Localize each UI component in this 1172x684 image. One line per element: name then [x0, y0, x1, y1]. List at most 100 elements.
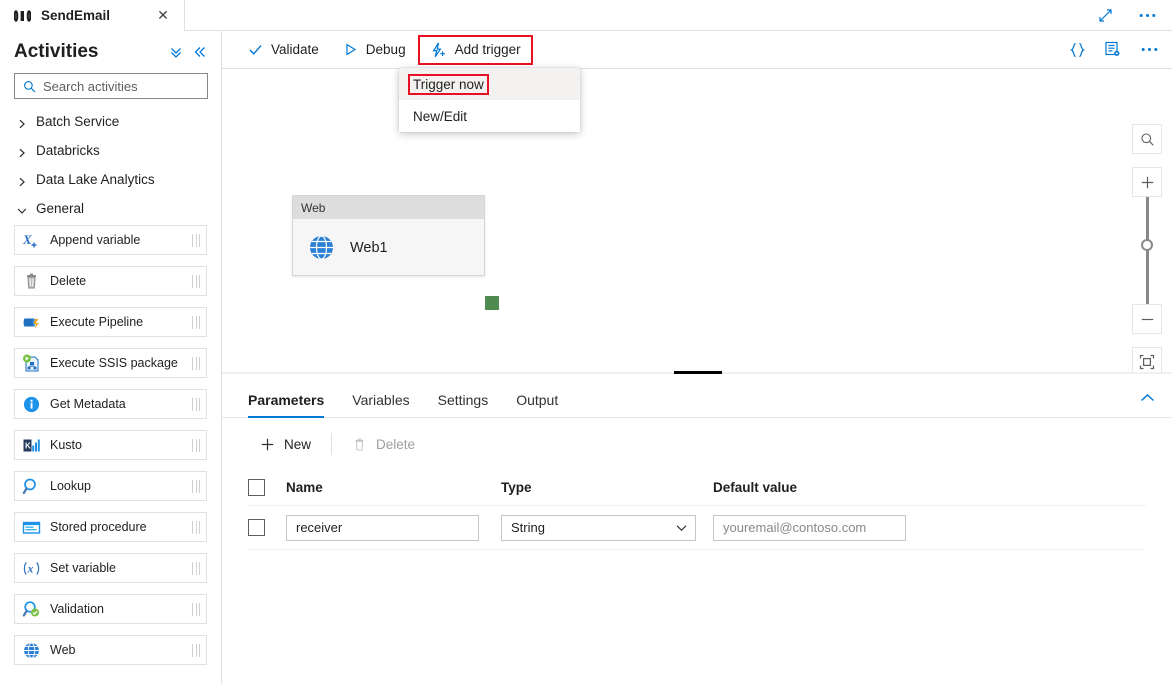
activity-label: Stored procedure [50, 520, 147, 534]
trash-icon [352, 437, 367, 452]
menu-item-label: Trigger now [408, 73, 489, 95]
drag-handle[interactable] [192, 438, 200, 452]
zoom-slider-thumb[interactable] [1141, 239, 1153, 251]
activity-item-get-metadata[interactable]: Get Metadata [14, 389, 207, 419]
drag-handle[interactable] [192, 315, 200, 329]
zoom-search-icon[interactable] [1132, 124, 1162, 154]
chevron-down-icon [17, 204, 27, 214]
menu-item-new-edit[interactable]: New/Edit [399, 100, 580, 132]
search-input[interactable] [43, 78, 199, 94]
close-icon[interactable]: ✕ [154, 7, 172, 25]
parameter-name-input[interactable]: receiver [286, 514, 479, 541]
tab-label: Variables [352, 392, 410, 408]
activity-item-execute-ssis-package[interactable]: Execute SSIS package [14, 348, 207, 378]
menu-item-trigger-now[interactable]: Trigger now [399, 68, 580, 100]
sidebar-category-databricks[interactable]: Databricks [0, 136, 221, 165]
table-row: receiver String youremail@contoso.com [248, 506, 1146, 550]
append-variable-icon: X [22, 231, 41, 250]
activity-item-lookup[interactable]: Lookup [14, 471, 207, 501]
properties-list-icon[interactable] [1102, 39, 1124, 61]
drag-handle[interactable] [192, 561, 200, 575]
parameter-default-value-input[interactable]: youremail@contoso.com [713, 514, 906, 541]
tab-parameters[interactable]: Parameters [248, 392, 325, 418]
drag-handle[interactable] [192, 602, 200, 616]
document-tab-sendemail[interactable]: SendEmail ✕ [0, 0, 185, 31]
add-trigger-dropdown-menu: Trigger now New/Edit [399, 68, 580, 132]
document-tab-strip: SendEmail ✕ [0, 0, 1172, 31]
validate-button[interactable]: Validate [236, 35, 331, 65]
row-checkbox[interactable] [248, 519, 265, 536]
parameter-type-cell: String [501, 514, 713, 541]
drag-handle[interactable] [192, 520, 200, 534]
kusto-icon: K [22, 436, 41, 455]
tab-variables[interactable]: Variables [352, 392, 409, 417]
node-name-label: Web1 [350, 239, 388, 256]
new-parameter-button[interactable]: New [248, 428, 323, 460]
curly-braces-icon[interactable] [1066, 39, 1088, 61]
document-tab-title: SendEmail [41, 8, 111, 23]
activity-item-set-variable[interactable]: x Set variable [14, 553, 207, 583]
sidebar-category-data-lake-analytics[interactable]: Data Lake Analytics [0, 165, 221, 194]
chevron-up-icon[interactable] [1136, 387, 1158, 409]
search-wrapper [0, 69, 221, 107]
parameter-default-value-cell: youremail@contoso.com [713, 514, 923, 541]
svg-text:x: x [27, 563, 34, 575]
activity-item-stored-procedure[interactable]: Stored procedure [14, 512, 207, 542]
app-root: SendEmail ✕ Activities Search activities… [0, 0, 1172, 684]
search-activities-box[interactable] [14, 73, 208, 99]
zoom-slider[interactable] [1132, 197, 1162, 304]
drag-handle[interactable] [192, 397, 200, 411]
activity-item-validation[interactable]: Validation [14, 594, 207, 624]
column-header-name: Name [286, 480, 501, 495]
parameter-type-select[interactable]: String [501, 514, 696, 541]
activity-label: Web [50, 643, 76, 657]
delete-parameter-button[interactable]: Delete [340, 428, 427, 460]
success-output-connector[interactable] [485, 296, 499, 310]
fit-to-screen-icon[interactable] [1132, 347, 1162, 372]
menu-item-label: New/Edit [413, 108, 468, 124]
add-trigger-button[interactable]: Add trigger [417, 34, 533, 65]
activity-label: Append variable [50, 233, 141, 247]
set-variable-icon: x [22, 559, 41, 578]
ellipsis-icon[interactable] [1136, 4, 1158, 26]
toolbar-right-tools [1066, 39, 1160, 61]
drag-handle[interactable] [192, 233, 200, 247]
select-all-checkbox[interactable] [248, 479, 265, 496]
delete-icon [22, 272, 41, 291]
table-header-row: Name Type Default value [248, 470, 1146, 506]
double-chevron-left-icon[interactable] [193, 45, 207, 59]
get-metadata-icon [22, 395, 41, 414]
expand-diagonal-icon[interactable] [1094, 4, 1116, 26]
column-header-label: Default value [713, 480, 798, 495]
debug-button[interactable]: Debug [331, 35, 418, 65]
activity-item-delete[interactable]: Delete [14, 266, 207, 296]
activity-item-execute-pipeline[interactable]: Execute Pipeline [14, 307, 207, 337]
sidebar-category-label: Databricks [36, 143, 100, 158]
activity-item-web[interactable]: Web [14, 635, 207, 665]
activity-item-kusto[interactable]: K Kusto [14, 430, 207, 460]
delete-label: Delete [376, 436, 416, 452]
drag-handle[interactable] [192, 356, 200, 370]
column-header-label: Name [286, 480, 323, 495]
toolbar-more-icon[interactable] [1138, 39, 1160, 61]
pipeline-canvas[interactable]: Web Web1 [222, 69, 1172, 372]
tab-settings[interactable]: Settings [438, 392, 489, 417]
sidebar-category-label: General [36, 201, 85, 216]
drag-handle[interactable] [192, 479, 200, 493]
zoom-out-button[interactable] [1132, 304, 1162, 334]
sidebar-category-label: Batch Service [36, 114, 120, 129]
drag-handle[interactable] [192, 274, 200, 288]
panel-tab-bar: Parameters Variables Settings Output [222, 374, 1172, 418]
command-separator [331, 433, 333, 455]
tab-output[interactable]: Output [516, 392, 558, 417]
pipeline-activity-node-web1[interactable]: Web Web1 [292, 195, 499, 310]
node-type-label: Web [301, 200, 326, 215]
sidebar-category-batch-service[interactable]: Batch Service [0, 107, 221, 136]
svg-text:K: K [25, 441, 31, 450]
double-chevron-down-icon[interactable] [169, 45, 183, 59]
zoom-in-button[interactable] [1132, 167, 1162, 197]
node-body: Web1 [293, 219, 484, 276]
sidebar-category-general[interactable]: General [0, 194, 221, 223]
drag-handle[interactable] [192, 643, 200, 657]
activity-item-append-variable[interactable]: X Append variable [14, 225, 207, 255]
